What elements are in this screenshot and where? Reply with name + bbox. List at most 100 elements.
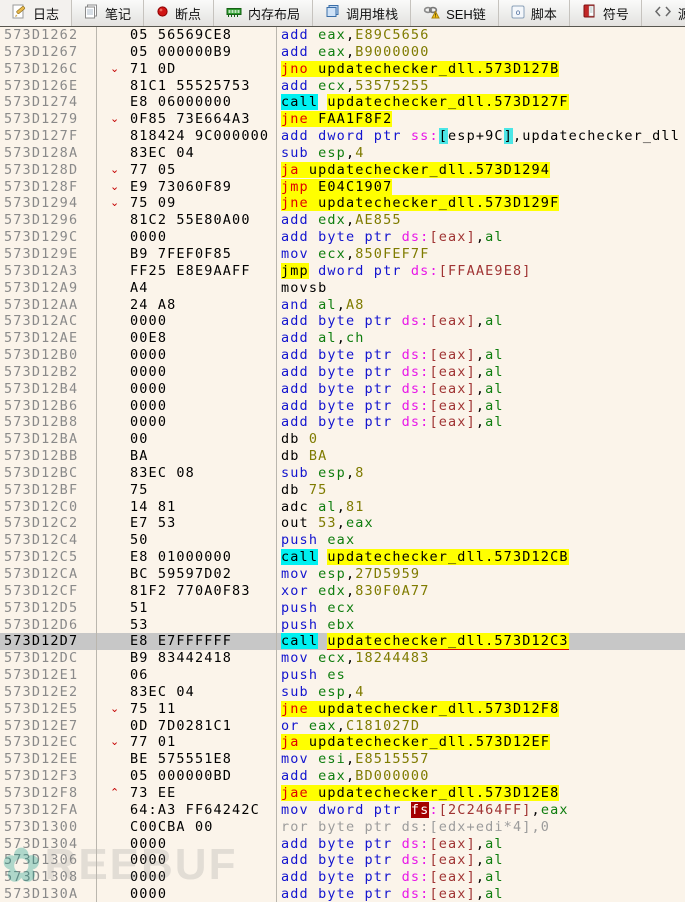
instruction-cell: call updatechecker_dll.573D12CB bbox=[276, 549, 685, 566]
tab-seh-chain[interactable]: SEH链 bbox=[411, 0, 499, 26]
tab-script[interactable]: o 脚本 bbox=[499, 0, 570, 26]
instruction-cell: add eax,E89C5656 bbox=[276, 27, 685, 44]
tab-label: 内存布局 bbox=[248, 4, 300, 23]
disasm-row[interactable]: 573D126E81C1 55525753add ecx,53575255 bbox=[0, 78, 685, 95]
bytes-cell: B9 7FEF0F85 bbox=[96, 246, 276, 263]
disasm-row[interactable]: 573D1279⌄0F85 73E664A3jne FAA1F8F2 bbox=[0, 111, 685, 128]
disasm-row[interactable]: 573D12FA64:A3 FF64242Cmov dword ptr fs:[… bbox=[0, 802, 685, 819]
instruction-cell: sub esp,8 bbox=[276, 465, 685, 482]
disasm-row[interactable]: 573D130A0000add byte ptr ds:[eax],al bbox=[0, 886, 685, 902]
disasm-row[interactable]: 573D12C2E7 53out 53,eax bbox=[0, 515, 685, 532]
disasm-row[interactable]: 573D129EB9 7FEF0F85mov ecx,850FEF7F bbox=[0, 246, 685, 263]
disasm-row[interactable]: 573D12F8⌃73 EEjae updatechecker_dll.573D… bbox=[0, 785, 685, 802]
tab-symbols[interactable]: 符号 bbox=[570, 0, 642, 26]
disasm-row[interactable]: 573D12B00000add byte ptr ds:[eax],al bbox=[0, 347, 685, 364]
instruction-cell: db 0 bbox=[276, 431, 685, 448]
bytes-cell: 83EC 08 bbox=[96, 465, 276, 482]
address-cell: 573D12EC bbox=[0, 734, 96, 751]
disasm-row[interactable]: 573D12D653push ebx bbox=[0, 617, 685, 634]
tab-memory-map[interactable]: 内存布局 bbox=[214, 0, 313, 26]
instruction-cell: adc al,81 bbox=[276, 499, 685, 516]
disasm-row[interactable]: 573D12E5⌄75 11jne updatechecker_dll.573D… bbox=[0, 701, 685, 718]
disasm-row[interactable]: 573D12B60000add byte ptr ds:[eax],al bbox=[0, 398, 685, 415]
disasm-row[interactable]: 573D126C⌄71 0Djno updatechecker_dll.573D… bbox=[0, 61, 685, 78]
disasm-row-selected[interactable]: 573D12D7E8 E7FFFFFFcall updatechecker_dl… bbox=[0, 633, 685, 650]
disasm-row[interactable]: 573D12EEBE 575551E8mov esi,E8515557 bbox=[0, 751, 685, 768]
disasm-row[interactable]: 573D1294⌄75 09jne updatechecker_dll.573D… bbox=[0, 195, 685, 212]
bytes-cell: 0000 bbox=[96, 398, 276, 415]
svg-text:o: o bbox=[515, 8, 520, 17]
instruction-cell: add al,ch bbox=[276, 330, 685, 347]
disasm-row[interactable]: 573D13040000add byte ptr ds:[eax],al bbox=[0, 836, 685, 853]
bytes-cell: 14 81 bbox=[96, 499, 276, 516]
address-cell: 573D12A9 bbox=[0, 280, 96, 297]
disasm-row[interactable]: 573D12BC83EC 08sub esp,8 bbox=[0, 465, 685, 482]
bytes-cell: 05 000000BD bbox=[96, 768, 276, 785]
tab-notes[interactable]: 笔记 bbox=[72, 0, 144, 26]
disasm-row[interactable]: 573D12AC0000add byte ptr ds:[eax],al bbox=[0, 313, 685, 330]
disasm-row[interactable]: 573D13060000add byte ptr ds:[eax],al bbox=[0, 852, 685, 869]
disasm-row[interactable]: 573D12C450push eax bbox=[0, 532, 685, 549]
bytes-cell: ⌄77 05 bbox=[96, 162, 276, 179]
address-cell: 573D12A3 bbox=[0, 263, 96, 280]
disasm-row[interactable]: 573D12E106push es bbox=[0, 667, 685, 684]
disasm-row[interactable]: 573D12CF81F2 770A0F83xor edx,830F0A77 bbox=[0, 583, 685, 600]
bytes-cell: ⌄75 11 bbox=[96, 701, 276, 718]
address-cell: 573D12F3 bbox=[0, 768, 96, 785]
tab-source-code[interactable]: 源代码 bbox=[642, 0, 685, 26]
disasm-row[interactable]: 573D12F305 000000BDadd eax,BD000000 bbox=[0, 768, 685, 785]
disasm-row[interactable]: 573D12AE00E8add al,ch bbox=[0, 330, 685, 347]
disasm-row[interactable]: 573D126705 000000B9add eax,B9000000 bbox=[0, 44, 685, 61]
disasm-row[interactable]: 573D12E283EC 04sub esp,4 bbox=[0, 684, 685, 701]
bytes-cell: 81F2 770A0F83 bbox=[96, 583, 276, 600]
address-cell: 573D12FA bbox=[0, 802, 96, 819]
tab-call-stack[interactable]: 调用堆栈 bbox=[313, 0, 411, 26]
disasm-row[interactable]: 573D12BBBAdb BA bbox=[0, 448, 685, 465]
instruction-cell: add edx,AE855 bbox=[276, 212, 685, 229]
instruction-cell: push ecx bbox=[276, 600, 685, 617]
disasm-row[interactable]: 573D12E70D 7D0281C1or eax,C181027D bbox=[0, 718, 685, 735]
bytes-cell: 53 bbox=[96, 617, 276, 634]
disasm-row[interactable]: 573D1300C00CBA 00ror byte ptr ds:[edx+ed… bbox=[0, 819, 685, 836]
instruction-cell: jne updatechecker_dll.573D12F8 bbox=[276, 701, 685, 718]
instruction-cell: ja updatechecker_dll.573D12EF bbox=[276, 734, 685, 751]
bytes-cell: E8 06000000 bbox=[96, 94, 276, 111]
instruction-cell: call updatechecker_dll.573D127F bbox=[276, 94, 685, 111]
disasm-row[interactable]: 573D1274E8 06000000call updatechecker_dl… bbox=[0, 94, 685, 111]
address-cell: 573D12E7 bbox=[0, 718, 96, 735]
bytes-cell: 0000 bbox=[96, 836, 276, 853]
address-cell: 573D1306 bbox=[0, 852, 96, 869]
disasm-row[interactable]: 573D126205 56569CE8add eax,E89C5656 bbox=[0, 27, 685, 44]
disasm-row[interactable]: 573D12AA24 A8and al,A8 bbox=[0, 297, 685, 314]
disasm-row[interactable]: 573D12C014 81adc al,81 bbox=[0, 499, 685, 516]
disasm-row[interactable]: 573D127F818424 9C000000add dword ptr ss:… bbox=[0, 128, 685, 145]
disasm-row[interactable]: 573D128A83EC 04sub esp,4 bbox=[0, 145, 685, 162]
disasm-row[interactable]: 573D128D⌄77 05ja updatechecker_dll.573D1… bbox=[0, 162, 685, 179]
disasm-row[interactable]: 573D12BA00db 0 bbox=[0, 431, 685, 448]
disasm-row[interactable]: 573D129681C2 55E80A00add edx,AE855 bbox=[0, 212, 685, 229]
disasm-row[interactable]: 573D12C5E8 01000000call updatechecker_dl… bbox=[0, 549, 685, 566]
bytes-cell: 81C1 55525753 bbox=[96, 78, 276, 95]
jump-down-arrow-icon: ⌄ bbox=[110, 195, 120, 212]
tab-breakpoints[interactable]: 断点 bbox=[144, 0, 214, 26]
disasm-row[interactable]: 573D12D551push ecx bbox=[0, 600, 685, 617]
disasm-row[interactable]: 573D12B40000add byte ptr ds:[eax],al bbox=[0, 381, 685, 398]
disasm-row[interactable]: 573D12EC⌄77 01ja updatechecker_dll.573D1… bbox=[0, 734, 685, 751]
disasm-row[interactable]: 573D12A3FF25 E8E9AAFFjmp dword ptr ds:[F… bbox=[0, 263, 685, 280]
bytes-cell: ⌄75 09 bbox=[96, 195, 276, 212]
address-cell: 573D129E bbox=[0, 246, 96, 263]
address-cell: 573D12BC bbox=[0, 465, 96, 482]
disasm-row[interactable]: 573D128F⌄E9 73060F89jmp E04C1907 bbox=[0, 179, 685, 196]
disasm-row[interactable]: 573D12DCB9 83442418mov ecx,18244483 bbox=[0, 650, 685, 667]
disasm-row[interactable]: 573D12A9A4movsb bbox=[0, 280, 685, 297]
disasm-row[interactable]: 573D12BF75db 75 bbox=[0, 482, 685, 499]
bytes-cell: 0000 bbox=[96, 229, 276, 246]
instruction-cell: mov esi,E8515557 bbox=[276, 751, 685, 768]
disasm-row[interactable]: 573D12B20000add byte ptr ds:[eax],al bbox=[0, 364, 685, 381]
disasm-row[interactable]: 573D12CABC 59597D02mov esp,27D5959 bbox=[0, 566, 685, 583]
disasm-row[interactable]: 573D129C0000add byte ptr ds:[eax],al bbox=[0, 229, 685, 246]
bytes-cell: 0000 bbox=[96, 886, 276, 902]
disasm-row[interactable]: 573D13080000add byte ptr ds:[eax],al bbox=[0, 869, 685, 886]
tab-log[interactable]: 日志 bbox=[0, 0, 72, 26]
disasm-row[interactable]: 573D12B80000add byte ptr ds:[eax],al bbox=[0, 414, 685, 431]
